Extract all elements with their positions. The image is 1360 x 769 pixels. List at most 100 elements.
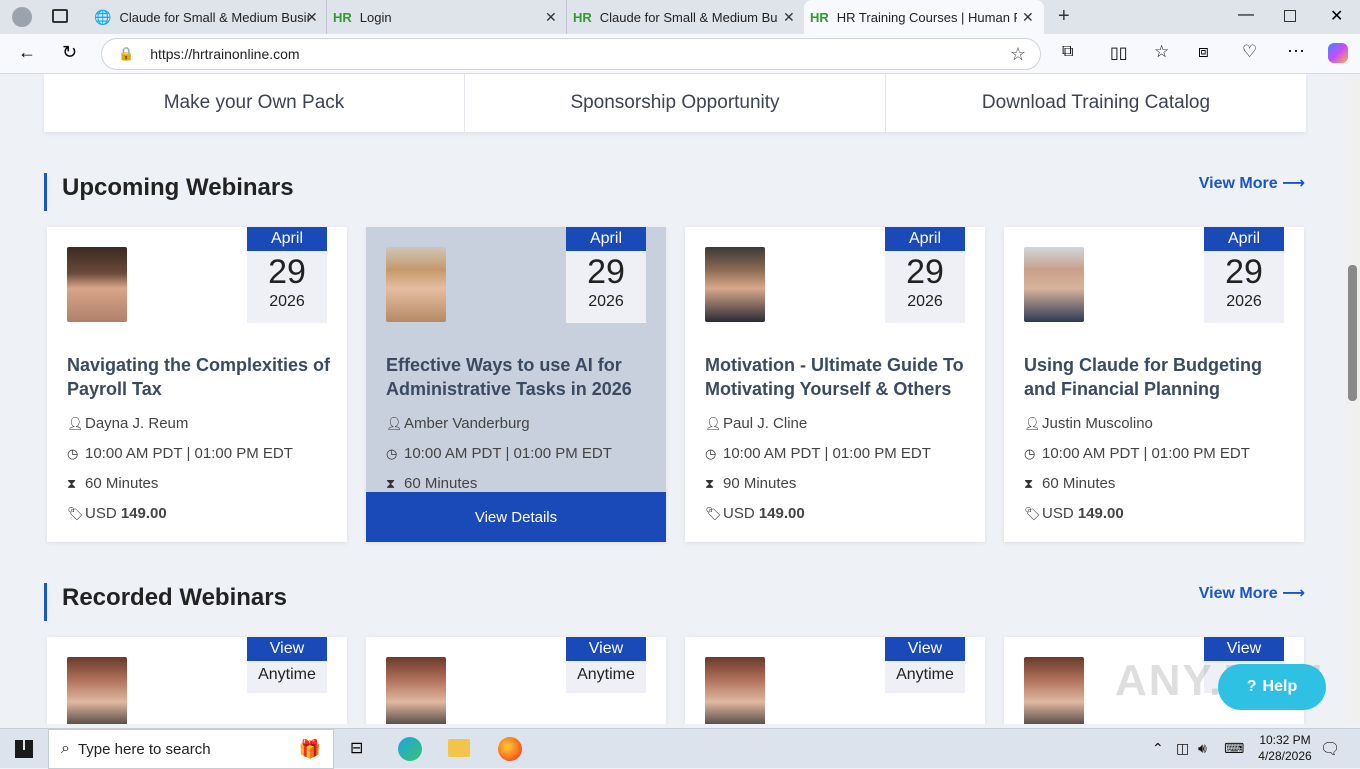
webinar-card[interactable]: April 29 2026 Effective Ways to use AI f… <box>366 227 666 542</box>
split-screen-icon[interactable]: ▯▯ <box>1110 43 1128 63</box>
webinar-title-link[interactable]: Effective Ways to use AI for Administrat… <box>386 353 651 401</box>
tab-1[interactable]: 🌐 Claude for Small & Medium Busin ✕ <box>84 0 326 34</box>
tray-chevron-icon[interactable]: ⌃ <box>1152 740 1164 757</box>
close-icon[interactable]: ✕ <box>783 9 795 26</box>
hr-favicon-icon: HR <box>573 9 592 25</box>
date-year: 2026 <box>1226 293 1262 310</box>
badge-line1: View <box>247 637 327 661</box>
windows-taskbar: ⌕ Type here to search 🎁 ⊟ ⌃ ◫ 🔊︎ ⌨ 10:32… <box>0 728 1360 769</box>
date-day: 29 <box>268 253 306 291</box>
close-icon[interactable]: ✕ <box>545 9 557 26</box>
refresh-icon[interactable]: ↻ <box>62 42 77 63</box>
date-badge: April 29 2026 <box>1204 227 1284 323</box>
minimize-icon[interactable]: — <box>1238 6 1254 24</box>
firefox-icon[interactable] <box>498 737 522 761</box>
back-icon[interactable]: ← <box>18 42 36 63</box>
webinar-title-link[interactable]: Navigating the Complexities of Payroll T… <box>67 353 332 401</box>
profile-icon[interactable] <box>12 7 32 27</box>
user-icon: 👤︎ <box>67 415 84 431</box>
recorded-card[interactable]: View Anytime <box>366 637 666 724</box>
hourglass-icon: ⧗ <box>1024 475 1034 491</box>
close-window-icon[interactable]: ✕ <box>1330 6 1343 26</box>
scrollbar-thumb[interactable] <box>1348 265 1357 401</box>
webinar-title-link[interactable]: Motivation - Ultimate Guide To Motivatin… <box>705 353 970 401</box>
date-badge: April 29 2026 <box>885 227 965 323</box>
tab-title: Claude for Small & Medium Busin <box>599 9 778 25</box>
recorded-view-more-link[interactable]: View More ⟶ <box>1199 583 1305 603</box>
hourglass-icon: ⧗ <box>67 475 77 491</box>
make-own-pack-link[interactable]: Make your Own Pack <box>44 74 465 132</box>
speaker-name: Amber Vanderburg <box>404 415 530 432</box>
view-more-label: View More <box>1198 585 1278 602</box>
favorite-star-icon[interactable]: ☆ <box>1010 44 1026 65</box>
duration-row: ⧗ 90 Minutes <box>705 475 796 492</box>
clock-icon: ◷ <box>1024 445 1036 461</box>
speaker-photo <box>705 247 765 322</box>
tab-2[interactable]: HR Login ✕ <box>326 0 566 34</box>
tab-actions-icon[interactable] <box>52 9 68 23</box>
date-day: 29 <box>906 253 944 291</box>
quick-links-strip: Make your Own Pack Sponsorship Opportuni… <box>44 74 1306 132</box>
address-bar[interactable]: 🔒 https://hrtrainonline.com ☆ <box>101 38 1041 70</box>
close-icon[interactable]: ✕ <box>306 9 318 26</box>
speaker-photo <box>386 247 446 322</box>
edge-taskbar-icon[interactable] <box>398 737 422 761</box>
taskbar-search-box[interactable]: ⌕ Type here to search 🎁 <box>48 729 334 769</box>
restore-icon[interactable] <box>1284 10 1296 22</box>
webinar-card[interactable]: April 29 2026 Navigating the Complexitie… <box>47 227 347 542</box>
view-details-button[interactable]: View Details <box>366 492 666 542</box>
tab-4[interactable]: HR HR Training Courses | Human Res ✕ <box>804 0 1044 34</box>
price-row: 🏷︎ USD 149.00 <box>705 505 805 522</box>
volume-icon[interactable]: 🔊︎ <box>1198 740 1207 757</box>
speaker-row: 👤︎ Paul J. Cline <box>705 415 807 432</box>
windows-start-icon[interactable] <box>15 740 33 758</box>
duration-text: 60 Minutes <box>404 475 478 492</box>
favorites-icon[interactable]: ☆ <box>1154 42 1169 62</box>
recorded-card[interactable]: View Anytime <box>47 637 347 724</box>
url-text: https://hrtrainonline.com <box>150 46 300 62</box>
help-button[interactable]: ? Help <box>1218 664 1326 710</box>
extensions-icon[interactable]: ⧉ <box>1062 43 1073 61</box>
upcoming-view-more-link[interactable]: View More ⟶ <box>1199 173 1305 193</box>
tab-title: HR Training Courses | Human Res <box>836 9 1017 25</box>
view-anytime-badge: View Anytime <box>885 637 965 693</box>
copilot-icon[interactable] <box>1328 43 1348 63</box>
price-row: 🏷︎ USD 149.00 <box>67 505 167 522</box>
webinar-card[interactable]: April 29 2026 Using Claude for Budgeting… <box>1004 227 1304 542</box>
date-month: April <box>885 227 965 251</box>
date-year: 2026 <box>907 293 943 310</box>
more-menu-icon[interactable]: ··· <box>1287 40 1305 61</box>
tag-icon: 🏷︎ <box>67 505 84 521</box>
price-row: 🏷︎ USD 149.00 <box>1024 505 1124 522</box>
arrow-right-icon: ⟶ <box>1282 175 1305 192</box>
clock-icon: ◷ <box>67 445 79 461</box>
sponsorship-link[interactable]: Sponsorship Opportunity <box>465 74 886 132</box>
help-label: Help <box>1262 678 1298 695</box>
tab-3[interactable]: HR Claude for Small & Medium Busin ✕ <box>566 0 804 34</box>
webinar-card[interactable]: April 29 2026 Motivation - Ultimate Guid… <box>685 227 985 542</box>
badge-line2: Anytime <box>896 666 954 683</box>
task-view-icon[interactable]: ⊟ <box>350 738 363 758</box>
hourglass-icon: ⧗ <box>386 475 396 491</box>
clock-time[interactable]: 10:32 PM <box>1250 733 1320 747</box>
clock-date[interactable]: 4/28/2026 <box>1250 749 1320 763</box>
network-icon[interactable]: ◫ <box>1176 740 1189 757</box>
site-info-icon[interactable]: 🔒 <box>118 46 134 62</box>
new-tab-icon[interactable]: + <box>1058 5 1070 28</box>
recorded-card[interactable]: View Anytime <box>685 637 985 724</box>
speaker-name: Dayna J. Reum <box>85 415 189 432</box>
time-row: ◷ 10:00 AM PDT | 01:00 PM EDT <box>1024 445 1250 462</box>
time-text: 10:00 AM PDT | 01:00 PM EDT <box>723 445 931 462</box>
duration-text: 60 Minutes <box>1042 475 1116 492</box>
collections-icon[interactable]: ⧈ <box>1198 42 1209 62</box>
date-day: 29 <box>1225 253 1263 291</box>
badge-line2: Anytime <box>577 666 635 683</box>
close-icon[interactable]: ✕ <box>1022 9 1034 26</box>
browser-essentials-icon[interactable]: ♡ <box>1242 42 1257 62</box>
file-explorer-icon[interactable] <box>448 739 470 757</box>
webinar-title-link[interactable]: Using Claude for Budgeting and Financial… <box>1024 353 1289 401</box>
download-catalog-link[interactable]: Download Training Catalog <box>886 74 1306 132</box>
recorded-webinars-title: Recorded Webinars <box>44 583 287 621</box>
input-method-icon[interactable]: ⌨ <box>1224 740 1244 757</box>
notifications-icon[interactable]: 🗨︎ <box>1320 739 1340 759</box>
